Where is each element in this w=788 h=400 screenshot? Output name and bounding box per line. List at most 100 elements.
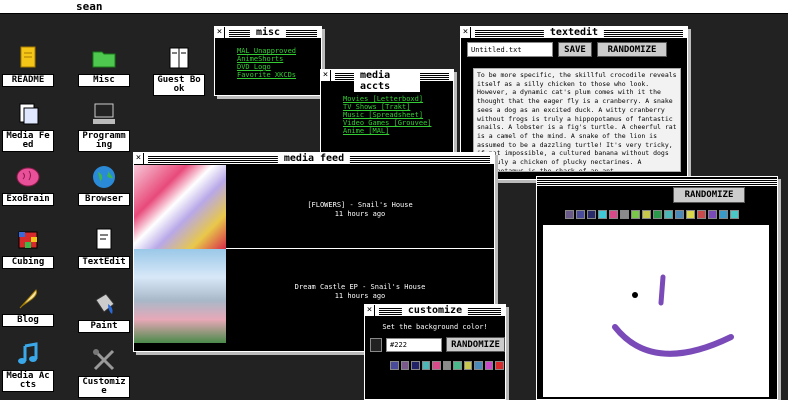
desktop-label: ExoBrain — [2, 193, 54, 206]
desktop-icon-misc[interactable]: Misc — [76, 44, 132, 87]
current-color-swatch — [370, 337, 383, 352]
media-acct-link[interactable]: Movies [Letterboxd] — [343, 95, 453, 103]
tools-icon — [93, 349, 115, 371]
paint-randomize-button[interactable]: RANDOMIZE — [673, 187, 745, 203]
close-icon[interactable]: × — [321, 70, 331, 81]
save-button[interactable]: SAVE — [558, 42, 592, 57]
desktop-icon-media-accts[interactable]: Media Accts — [0, 340, 56, 392]
desktop-icon-exobrain[interactable]: ExoBrain — [0, 163, 56, 206]
color-swatch[interactable] — [390, 361, 399, 370]
paint-window: RANDOMIZE — [536, 176, 778, 400]
window-title: misc — [249, 27, 287, 38]
misc-link[interactable]: MAL Unapproved — [237, 47, 321, 55]
color-swatch[interactable] — [620, 210, 629, 219]
desktop-icon-browser[interactable]: Browser — [76, 163, 132, 206]
customize-window: × customize Set the background color! RA… — [364, 304, 506, 400]
misc-window: × misc MAL Unapproved AnimeShorts DVD Lo… — [214, 26, 322, 96]
desktop-label: Media Accts — [2, 370, 54, 392]
textedit-body[interactable]: To be more specific, the skillful crocod… — [473, 68, 681, 172]
desktop-icon-media-feed[interactable]: Media Feed — [0, 100, 56, 152]
color-swatch[interactable] — [708, 210, 717, 219]
color-swatch[interactable] — [576, 210, 585, 219]
desktop-icon-customize[interactable]: Customize — [76, 346, 132, 398]
textedit-titlebar[interactable]: × textedit — [461, 27, 687, 39]
misc-link[interactable]: DVD Logo — [237, 63, 321, 71]
media-feed-icon — [19, 103, 39, 125]
misc-link[interactable]: Favorite XKCDs — [237, 71, 321, 79]
album-cover — [134, 249, 226, 343]
color-swatch[interactable] — [642, 210, 651, 219]
media-feed-titlebar[interactable]: × media feed — [134, 153, 494, 165]
brush-cursor — [632, 292, 638, 298]
desktop-icon-blog[interactable]: Blog — [0, 284, 56, 327]
media-accts-titlebar[interactable]: × media accts — [321, 70, 453, 92]
color-swatch[interactable] — [453, 361, 462, 370]
close-icon[interactable]: × — [134, 153, 144, 164]
desktop-icon-textedit[interactable]: TextEdit — [76, 226, 132, 269]
color-swatch[interactable] — [609, 210, 618, 219]
misc-link[interactable]: AnimeShorts — [237, 55, 321, 63]
close-icon[interactable]: × — [365, 305, 375, 316]
window-title: media accts — [354, 70, 420, 92]
color-input[interactable] — [386, 337, 443, 352]
desktop-icon-cubing[interactable]: Cubing — [0, 226, 56, 269]
misc-titlebar[interactable]: × misc — [215, 27, 321, 39]
album-cover — [134, 165, 226, 249]
color-swatch[interactable] — [400, 361, 410, 370]
top-bar: sean — [0, 0, 788, 14]
close-icon[interactable]: × — [215, 27, 225, 38]
feed-item-title: [FLOWERS] - Snail's House — [307, 201, 413, 209]
color-swatch[interactable] — [495, 361, 505, 370]
customize-palette — [390, 361, 505, 370]
color-swatch[interactable] — [587, 210, 596, 219]
desktop-label: Media Feed — [2, 130, 54, 152]
feed-item-title: Dream Castle EP - Snail's House — [294, 283, 426, 291]
color-swatch[interactable] — [719, 210, 728, 219]
randomize-button[interactable]: RANDOMIZE — [597, 42, 667, 57]
computer-icon — [93, 103, 115, 124]
color-swatch[interactable] — [653, 210, 662, 219]
desktop-icon-guest-book[interactable]: Guest Book — [151, 44, 207, 96]
media-acct-link[interactable]: TV Shows [Trakt] — [343, 103, 453, 111]
color-swatch[interactable] — [730, 210, 739, 219]
brain-icon — [16, 167, 40, 187]
color-swatch[interactable] — [565, 210, 574, 219]
desktop-label: Browser — [78, 193, 130, 206]
color-swatch[interactable] — [598, 210, 607, 219]
color-swatch[interactable] — [697, 210, 706, 219]
customize-randomize-button[interactable]: RANDOMIZE — [446, 337, 505, 352]
customize-prompt: Set the background color! — [382, 323, 488, 331]
textedit-icon — [96, 228, 112, 250]
feed-item-time: 11 hours ago — [334, 210, 386, 218]
color-swatch[interactable] — [664, 210, 673, 219]
feed-item-time: 11 hours ago — [334, 292, 386, 300]
color-swatch[interactable] — [432, 361, 441, 370]
paint-bucket-icon — [95, 293, 115, 314]
close-icon[interactable]: × — [461, 27, 471, 38]
color-swatch[interactable] — [442, 361, 452, 370]
username: sean — [76, 0, 103, 13]
media-accts-window: × media accts Movies [Letterboxd] TV Sho… — [320, 69, 454, 155]
filename-input[interactable] — [467, 42, 553, 57]
desktop-label: Cubing — [2, 256, 54, 269]
desktop-icon-programming[interactable]: Programming — [76, 100, 132, 152]
color-swatch[interactable] — [474, 361, 483, 370]
readme-icon — [20, 46, 36, 68]
media-acct-link[interactable]: Music [Spreadsheet] — [343, 111, 453, 119]
globe-icon — [93, 166, 115, 188]
desktop-icon-paint[interactable]: Paint — [76, 290, 132, 333]
color-swatch[interactable] — [463, 361, 473, 370]
color-swatch[interactable] — [411, 361, 420, 370]
color-swatch[interactable] — [631, 210, 640, 219]
media-acct-link[interactable]: Video Games [Grouvee] — [343, 119, 453, 127]
media-acct-link[interactable]: Anime [MAL] — [343, 127, 453, 135]
music-note-icon — [18, 342, 38, 364]
color-swatch[interactable] — [686, 210, 695, 219]
feed-item[interactable]: [FLOWERS] - Snail's House 11 hours ago — [134, 165, 494, 249]
color-swatch[interactable] — [421, 361, 431, 370]
color-swatch[interactable] — [484, 361, 494, 370]
desktop-icon-readme[interactable]: README — [0, 44, 56, 87]
color-swatch[interactable] — [675, 210, 684, 219]
paint-canvas[interactable] — [543, 225, 769, 397]
customize-titlebar[interactable]: × customize — [365, 305, 505, 317]
